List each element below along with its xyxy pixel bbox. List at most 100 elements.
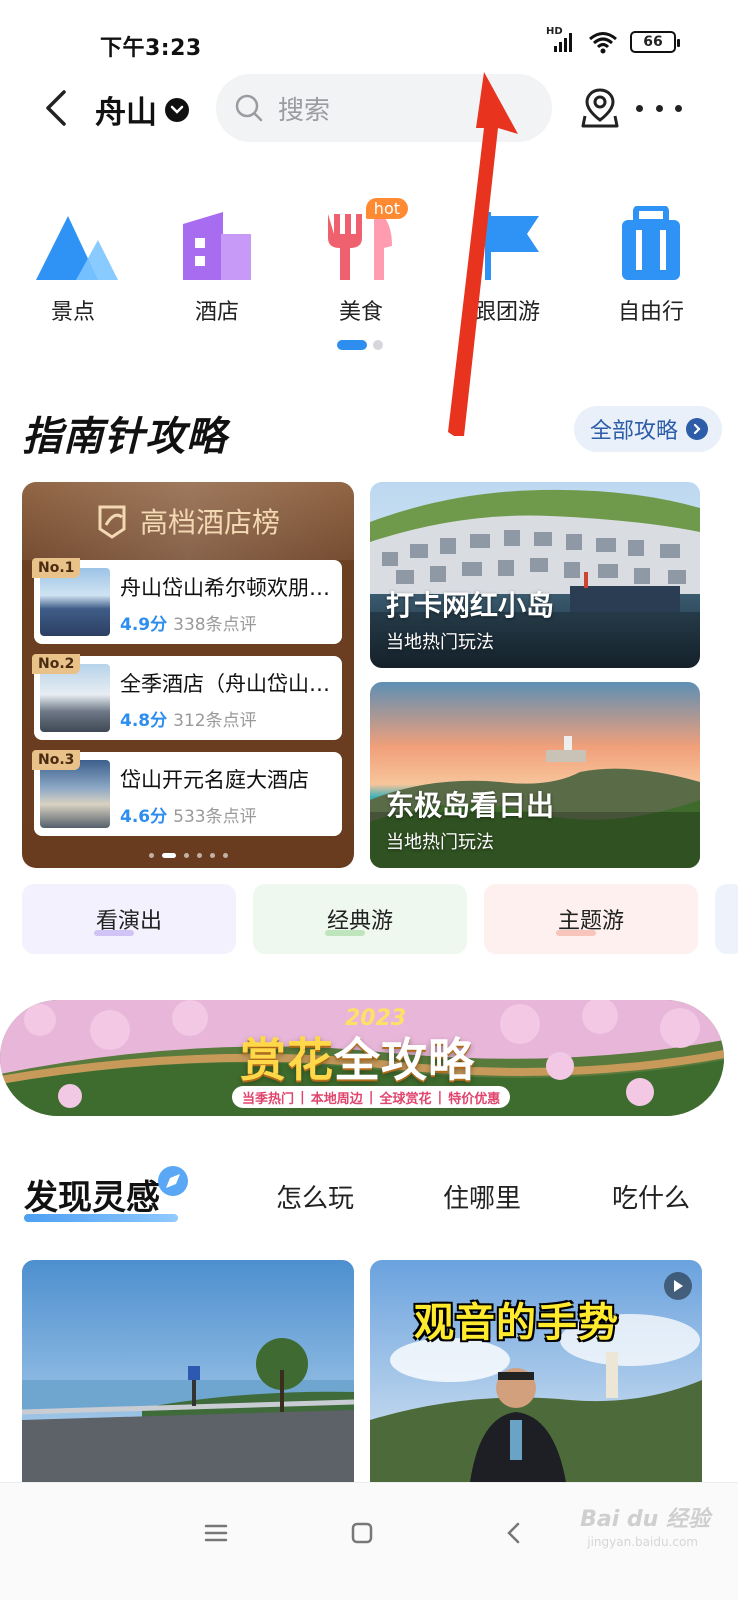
chevron-right-icon <box>686 418 708 440</box>
signal-icon: HD <box>546 26 576 54</box>
carousel-dot <box>183 853 189 858</box>
guide-header: 指南针攻略 全部攻略 <box>22 404 722 464</box>
banner-tag: 本地周边 <box>310 1091 363 1107</box>
dot-icon <box>636 104 643 112</box>
dot-icon <box>675 104 682 112</box>
building-icon <box>162 196 272 282</box>
carousel-dot <box>222 853 228 858</box>
wifi-icon <box>589 32 617 54</box>
hotel-name: 舟山岱山希尔顿欢朋酒店 <box>120 576 334 600</box>
card-title: 打卡网红小岛 <box>386 589 555 622</box>
square-icon <box>351 1522 373 1544</box>
card-subtitle: 当地热门玩法 <box>386 832 494 853</box>
banner-tag: 全球赏花 <box>379 1091 432 1107</box>
hotel-ranking-title: 高档酒店榜 <box>139 506 280 539</box>
banner-title: 赏花全攻略 <box>240 1024 475 1090</box>
luggage-icon <box>596 196 706 282</box>
pill-underline <box>325 930 365 936</box>
category-sights[interactable]: 景点 <box>18 196 128 326</box>
pill-theme-tour[interactable]: 主题游 <box>484 884 698 954</box>
back-button[interactable] <box>36 86 76 130</box>
category-group-tour[interactable]: 跟团游 <box>452 196 562 326</box>
fork-knife-icon: hot <box>306 196 416 282</box>
status-icons: HD 66 <box>546 26 680 54</box>
rank-badge: No.3 <box>32 750 81 770</box>
hotel-rank-item[interactable]: No.2 全季酒店（舟山岱山店） 4.8分 312条点评 <box>32 654 342 740</box>
chevron-down-icon <box>165 97 189 122</box>
hotel-thumbnail <box>40 568 110 636</box>
chevron-left-icon <box>507 1522 520 1544</box>
theme-pills: 看演出 经典游 主题游 <box>22 884 738 954</box>
hotel-thumbnail <box>40 664 110 732</box>
tab-discover[interactable]: 发现灵感 <box>24 1170 160 1219</box>
hotel-score: 4.9分 <box>120 615 168 635</box>
category-label: 跟团游 <box>473 300 540 325</box>
carousel-dot <box>209 853 215 858</box>
hotel-thumbnail <box>40 760 110 828</box>
more-options-button[interactable] <box>636 96 682 120</box>
city-selector[interactable]: 舟山 <box>95 87 189 132</box>
hotel-rank-item[interactable]: No.3 岱山开元名庭大酒店 4.6分 533条点评 <box>32 750 342 836</box>
category-food[interactable]: hot 美食 <box>306 196 416 326</box>
chevron-left-icon <box>46 90 66 126</box>
menu-icon <box>204 1524 228 1542</box>
pill-underline <box>94 930 134 936</box>
search-icon <box>235 94 263 122</box>
category-label: 自由行 <box>617 300 684 325</box>
compass-icon <box>158 1166 188 1196</box>
hot-badge: hot <box>365 198 408 219</box>
card-title: 东极岛看日出 <box>386 789 555 822</box>
card-subtitle: 当地热门玩法 <box>386 632 494 653</box>
hotel-ranking-card[interactable]: 高档酒店榜 No.1 舟山岱山希尔顿欢朋酒店 4.9分 338条点评 No.2 全… <box>22 482 354 868</box>
map-button[interactable] <box>580 86 620 130</box>
flower-banner[interactable]: 2023 赏花全攻略 当季热门 | 本地周边 | 全球赏花 | 特价优惠 <box>0 1000 724 1116</box>
video-title: 观音的手势 <box>414 1300 619 1346</box>
recent-apps-button[interactable] <box>196 1513 236 1553</box>
carousel-dot <box>148 853 154 858</box>
hotel-badge-icon <box>98 505 126 539</box>
status-bar: 下午3:23 HD 66 <box>0 0 738 80</box>
category-free-travel[interactable]: 自由行 <box>596 196 706 326</box>
carousel-dot-active <box>161 853 176 858</box>
guide-card-island[interactable]: 打卡网红小岛 当地热门玩法 <box>370 482 700 668</box>
home-button[interactable] <box>342 1513 382 1553</box>
category-hotel[interactable]: 酒店 <box>162 196 272 326</box>
category-label: 酒店 <box>194 300 239 325</box>
feed-card-photo[interactable] <box>22 1260 354 1482</box>
network-type: HD <box>546 26 563 37</box>
battery-indicator: 66 <box>630 31 680 53</box>
city-name: 舟山 <box>95 95 157 131</box>
banner-title-a: 赏花 <box>240 1033 334 1087</box>
search-placeholder: 搜索 <box>278 95 331 126</box>
hotel-score: 4.6分 <box>120 807 168 827</box>
pill-next-partial[interactable] <box>715 884 738 954</box>
pager-dot <box>373 340 383 350</box>
system-nav-bar: Bai du 经验 jingyan.baidu.com <box>0 1482 738 1600</box>
status-time: 下午3:23 <box>100 36 202 61</box>
tab-where-to-stay[interactable]: 住哪里 <box>443 1178 521 1215</box>
pill-shows[interactable]: 看演出 <box>22 884 236 954</box>
tab-what-to-eat[interactable]: 吃什么 <box>612 1178 690 1215</box>
hotel-meta: 4.8分 312条点评 <box>120 706 257 731</box>
play-icon <box>664 1272 692 1300</box>
tab-how-to-play[interactable]: 怎么玩 <box>276 1178 354 1215</box>
coastal-road-photo <box>22 1260 354 1482</box>
hotel-rank-item[interactable]: No.1 舟山岱山希尔顿欢朋酒店 4.9分 338条点评 <box>32 558 342 644</box>
pill-classic-tour[interactable]: 经典游 <box>253 884 467 954</box>
category-label: 景点 <box>50 300 95 325</box>
pill-underline <box>556 930 596 936</box>
banner-title-b: 全攻略 <box>334 1033 475 1087</box>
pager-dot-active <box>337 340 367 350</box>
system-back-button[interactable] <box>494 1513 534 1553</box>
hotel-reviews: 533条点评 <box>173 807 257 827</box>
hotel-carousel-dots <box>22 853 354 858</box>
hotel-name: 岱山开元名庭大酒店 <box>120 768 309 792</box>
all-guides-button[interactable]: 全部攻略 <box>573 406 722 452</box>
mountain-icon <box>18 196 128 282</box>
rank-badge: No.1 <box>32 558 81 578</box>
feed-card-video[interactable]: 观音的手势 <box>370 1260 702 1482</box>
guide-card-sunrise[interactable]: 东极岛看日出 当地热门玩法 <box>370 682 700 868</box>
category-pager <box>337 340 383 350</box>
search-input[interactable]: 搜索 <box>216 74 552 142</box>
banner-tag: 特价优惠 <box>448 1091 501 1107</box>
